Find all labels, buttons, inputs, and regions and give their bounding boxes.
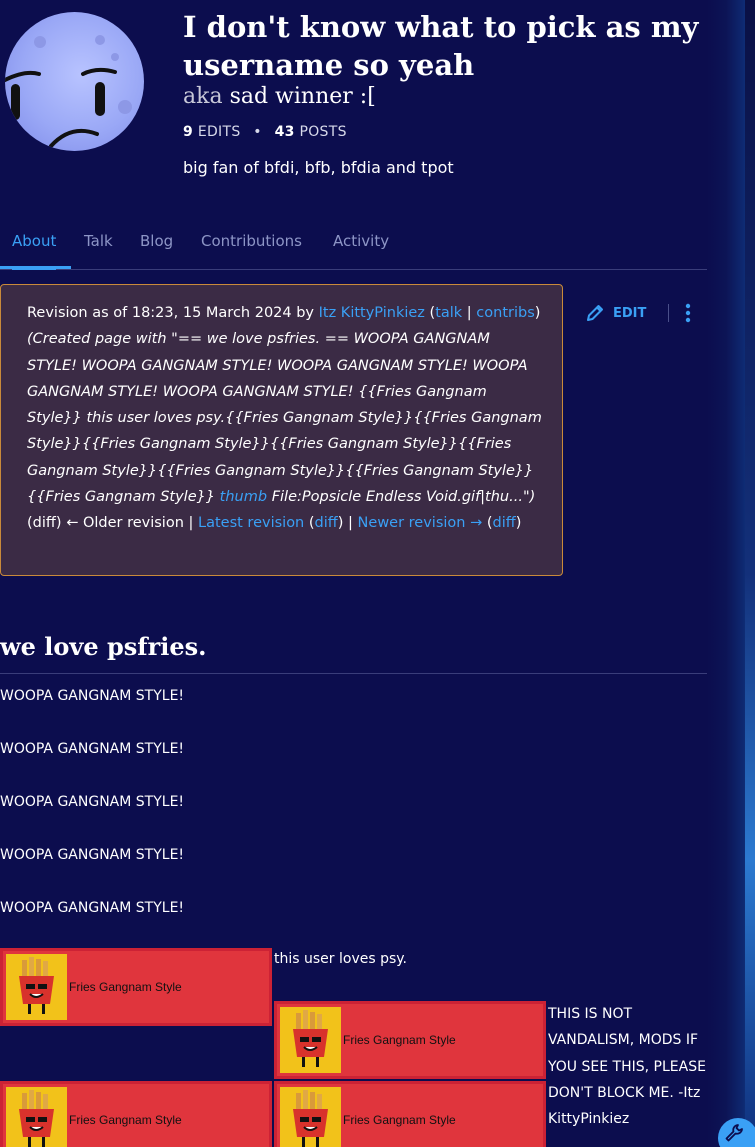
latest-revision-link[interactable]: Latest revision	[198, 515, 304, 531]
userbox: Fries Gangnam Style	[274, 1081, 546, 1147]
wrench-icon	[724, 1123, 744, 1143]
tab-blog[interactable]: Blog	[140, 232, 173, 270]
newer-revision-link[interactable]: Newer revision →	[358, 515, 483, 531]
edit-controls: EDIT	[585, 301, 691, 325]
older-revision-text: ← Older revision	[66, 515, 184, 532]
edit-button[interactable]: EDIT	[613, 306, 646, 321]
revision-talk-link[interactable]: talk	[435, 305, 462, 321]
edits-label[interactable]: EDITS	[198, 124, 241, 140]
posts-label[interactable]: POSTS	[299, 124, 346, 140]
revision-summary-text: (Created page with "== we love psfries. …	[27, 331, 542, 506]
woopa-line: WOOPA GANGNAM STYLE!	[0, 847, 185, 863]
background-edge-inner	[745, 0, 755, 1147]
edits-count: 9	[183, 124, 194, 140]
diff-text: diff	[32, 515, 56, 532]
vandalism-note: THIS IS NOT VANDALISM, MODS IF YOU SEE T…	[548, 1006, 706, 1128]
userbox-label: Fries Gangnam Style	[343, 1033, 456, 1047]
userbox: Fries Gangnam Style	[0, 948, 272, 1026]
woopa-line: WOOPA GANGNAM STYLE!	[0, 900, 185, 916]
profile-tabs: About Talk Blog Contributions Activity	[0, 226, 707, 270]
fries-image[interactable]	[6, 1087, 67, 1147]
newer-diff-link[interactable]: diff	[493, 515, 516, 531]
pencil-icon[interactable]	[585, 303, 605, 323]
revision-summary-text-end: File:Popsicle Endless Void.gif|thu...")	[271, 489, 536, 506]
stats-separator: •	[253, 124, 262, 140]
latest-diff-link[interactable]: diff	[315, 515, 338, 531]
userbox: Fries Gangnam Style	[0, 1081, 272, 1147]
tab-about[interactable]: About	[12, 232, 57, 270]
profile-stats: 9 EDITS • 43 POSTS	[183, 124, 347, 140]
avatar-face-icon	[5, 35, 132, 148]
revision-info-box: Revision as of 18:23, 15 March 2024 by I…	[0, 284, 563, 576]
tab-talk[interactable]: Talk	[84, 232, 113, 270]
revision-thumb-link[interactable]: thumb	[220, 489, 267, 505]
posts-count: 43	[274, 124, 295, 140]
userbox-label: Fries Gangnam Style	[343, 1113, 456, 1127]
psy-text: this user loves psy.	[274, 951, 407, 967]
userbox-label: Fries Gangnam Style	[69, 980, 182, 994]
fries-image[interactable]	[6, 954, 67, 1020]
avatar[interactable]	[5, 12, 144, 151]
fries-character-icon	[293, 1010, 328, 1067]
profile-username: I don't know what to pick as my username…	[183, 10, 699, 82]
woopa-line: WOOPA GANGNAM STYLE!	[0, 741, 185, 757]
woopa-line: WOOPA GANGNAM STYLE!	[0, 688, 185, 704]
profile-aka: aka sad winner :[	[183, 84, 376, 109]
tab-about-label: About	[12, 232, 57, 250]
revision-nav: (diff) ← Older revision | Latest revisio…	[27, 515, 522, 532]
active-tab-indicator	[0, 266, 71, 269]
fries-character-icon	[293, 1090, 328, 1147]
tab-activity[interactable]: Activity	[333, 232, 389, 270]
section-heading: we love psfries.	[0, 632, 707, 674]
userbox: Fries Gangnam Style	[274, 1001, 546, 1079]
revision-summary: (Created page with "== we love psfries. …	[27, 326, 542, 510]
fries-character-icon	[19, 957, 54, 1014]
edit-divider	[668, 304, 670, 322]
fries-character-icon	[19, 1090, 54, 1147]
revision-prefix: Revision as of 18:23, 15 March 2024 by	[27, 305, 315, 321]
revision-line: Revision as of 18:23, 15 March 2024 by I…	[27, 305, 541, 321]
revision-contribs-link[interactable]: contribs	[476, 305, 534, 321]
fries-image[interactable]	[280, 1087, 341, 1147]
userbox-label: Fries Gangnam Style	[69, 1113, 182, 1127]
aka-value: sad winner :[	[229, 84, 376, 109]
tab-contributions[interactable]: Contributions	[201, 232, 302, 270]
revision-author-link[interactable]: Itz KittyPinkiez	[319, 305, 425, 321]
fries-image[interactable]	[280, 1007, 341, 1073]
woopa-line: WOOPA GANGNAM STYLE!	[0, 794, 185, 810]
profile-bio: big fan of bfdi, bfb, bfdia and tpot	[183, 158, 454, 177]
kebab-menu-icon[interactable]	[685, 303, 691, 323]
aka-label: aka	[183, 84, 223, 109]
tools-button[interactable]	[718, 1118, 755, 1147]
